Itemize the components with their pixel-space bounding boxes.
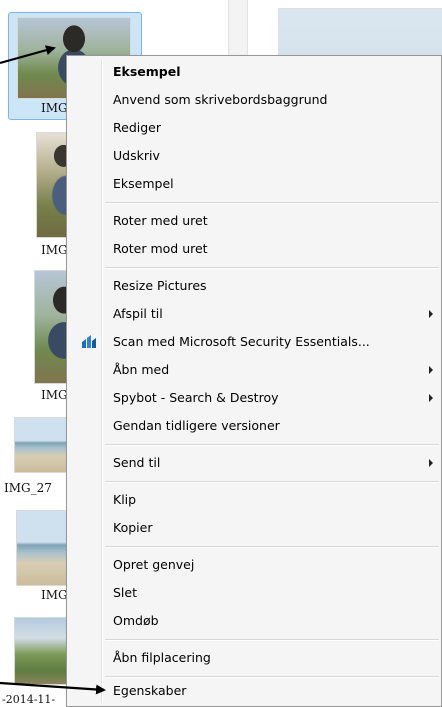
menu-item-scan-security-essentials[interactable]: Scan med Microsoft Security Essentials..…	[69, 329, 439, 355]
menu-item-play-to[interactable]: Afspil til	[69, 301, 439, 327]
menu-item-label: Anvend som skrivebordsbaggrund	[113, 92, 328, 107]
menu-item-send-to[interactable]: Send til	[69, 450, 439, 476]
context-menu: Eksempel Anvend som skrivebordsbaggrund …	[66, 55, 442, 707]
menu-item-label: Kopier	[113, 520, 153, 535]
menu-item-label: Resize Pictures	[113, 278, 207, 293]
menu-item-label: Udskriv	[113, 148, 160, 163]
menu-separator	[105, 481, 439, 483]
menu-separator	[105, 546, 439, 548]
menu-separator	[105, 639, 439, 641]
menu-separator	[105, 267, 439, 269]
menu-item-preview[interactable]: Eksempel	[69, 171, 439, 197]
menu-item-label: Åbn med	[113, 362, 170, 377]
file-name: IMG	[41, 243, 68, 257]
menu-item-properties[interactable]: Egenskaber	[69, 678, 439, 704]
menu-item-label: Åbn filplacering	[113, 650, 211, 665]
menu-item-label: Roter mod uret	[113, 241, 208, 256]
file-name: IMG	[41, 588, 68, 602]
menu-item-label: Scan med Microsoft Security Essentials..…	[113, 334, 370, 349]
menu-item-rotate-counterclockwise[interactable]: Roter mod uret	[69, 236, 439, 262]
file-name: IMG	[41, 101, 68, 115]
menu-item-label: Omdøb	[113, 613, 159, 628]
menu-item-eksempel-default[interactable]: Eksempel	[69, 59, 439, 85]
menu-item-resize-pictures[interactable]: Resize Pictures	[69, 273, 439, 299]
menu-item-label: Gendan tidligere versioner	[113, 418, 280, 433]
submenu-arrow-icon	[429, 394, 433, 402]
shield-icon	[82, 335, 96, 348]
menu-item-create-shortcut[interactable]: Opret genvej	[69, 552, 439, 578]
menu-item-open-with[interactable]: Åbn med	[69, 357, 439, 383]
submenu-arrow-icon	[429, 310, 433, 318]
menu-item-open-file-location[interactable]: Åbn filplacering	[69, 645, 439, 671]
file-name: -2014-11-	[2, 693, 56, 706]
menu-item-restore-previous-versions[interactable]: Gendan tidligere versioner	[69, 413, 439, 439]
menu-item-label: Spybot - Search & Destroy	[113, 390, 279, 405]
explorer-window: IMG IMG IMG IMG_27 IMG -2014-11- Eksempe…	[0, 0, 442, 707]
menu-item-set-wallpaper[interactable]: Anvend som skrivebordsbaggrund	[69, 87, 439, 113]
menu-item-rotate-clockwise[interactable]: Roter med uret	[69, 208, 439, 234]
submenu-arrow-icon	[429, 459, 433, 467]
menu-item-label: Rediger	[113, 120, 161, 135]
menu-item-rename[interactable]: Omdøb	[69, 608, 439, 634]
menu-item-edit[interactable]: Rediger	[69, 115, 439, 141]
menu-item-copy[interactable]: Kopier	[69, 515, 439, 541]
menu-item-label: Klip	[113, 492, 137, 507]
menu-item-label: Egenskaber	[113, 683, 187, 698]
file-name: IMG	[41, 388, 68, 402]
menu-item-cut[interactable]: Klip	[69, 487, 439, 513]
menu-item-label: Afspil til	[113, 306, 163, 321]
menu-item-label: Eksempel	[113, 176, 174, 191]
menu-item-label: Slet	[113, 585, 137, 600]
menu-item-delete[interactable]: Slet	[69, 580, 439, 606]
menu-item-label: Send til	[113, 455, 161, 470]
menu-item-label: Opret genvej	[113, 557, 195, 572]
menu-item-print[interactable]: Udskriv	[69, 143, 439, 169]
menu-item-label: Roter med uret	[113, 213, 208, 228]
menu-item-label: Eksempel	[113, 64, 181, 79]
menu-separator	[105, 202, 439, 204]
file-name: IMG_27	[4, 481, 52, 495]
menu-separator	[105, 444, 439, 446]
submenu-arrow-icon	[429, 366, 433, 374]
menu-item-spybot[interactable]: Spybot - Search & Destroy	[69, 385, 439, 411]
